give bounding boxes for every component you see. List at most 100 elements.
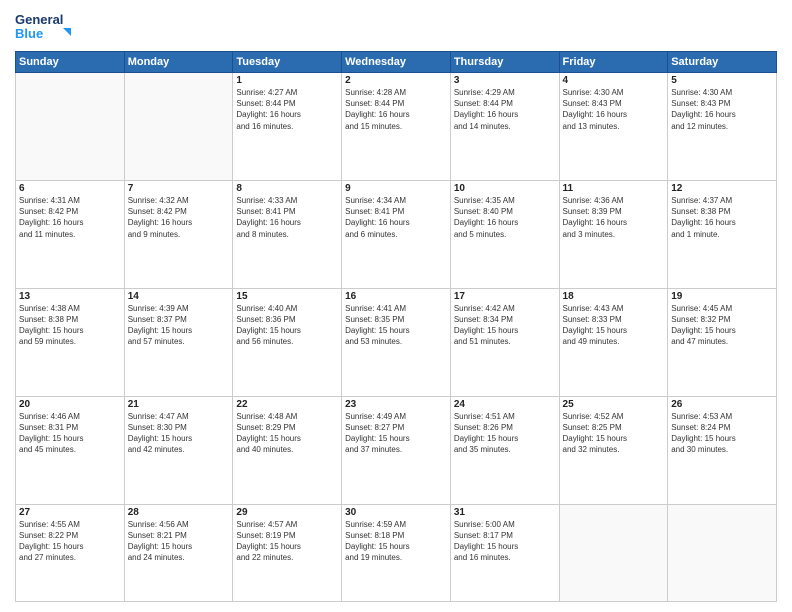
day-info: Sunrise: 4:53 AM Sunset: 8:24 PM Dayligh… bbox=[671, 411, 773, 456]
day-number: 4 bbox=[563, 75, 665, 86]
calendar-cell: 10Sunrise: 4:35 AM Sunset: 8:40 PM Dayli… bbox=[450, 180, 559, 288]
day-info: Sunrise: 4:31 AM Sunset: 8:42 PM Dayligh… bbox=[19, 195, 121, 240]
day-info: Sunrise: 4:27 AM Sunset: 8:44 PM Dayligh… bbox=[236, 87, 338, 132]
calendar-cell: 24Sunrise: 4:51 AM Sunset: 8:26 PM Dayli… bbox=[450, 396, 559, 504]
calendar-cell: 11Sunrise: 4:36 AM Sunset: 8:39 PM Dayli… bbox=[559, 180, 668, 288]
calendar-cell: 27Sunrise: 4:55 AM Sunset: 8:22 PM Dayli… bbox=[16, 504, 125, 601]
weekday-header-monday: Monday bbox=[124, 52, 233, 73]
day-number: 26 bbox=[671, 399, 773, 410]
day-number: 14 bbox=[128, 291, 230, 302]
day-number: 19 bbox=[671, 291, 773, 302]
day-info: Sunrise: 4:56 AM Sunset: 8:21 PM Dayligh… bbox=[128, 519, 230, 564]
day-info: Sunrise: 4:33 AM Sunset: 8:41 PM Dayligh… bbox=[236, 195, 338, 240]
calendar-cell: 19Sunrise: 4:45 AM Sunset: 8:32 PM Dayli… bbox=[668, 288, 777, 396]
calendar-body: 1Sunrise: 4:27 AM Sunset: 8:44 PM Daylig… bbox=[16, 73, 777, 602]
calendar-cell: 12Sunrise: 4:37 AM Sunset: 8:38 PM Dayli… bbox=[668, 180, 777, 288]
day-info: Sunrise: 4:36 AM Sunset: 8:39 PM Dayligh… bbox=[563, 195, 665, 240]
day-info: Sunrise: 4:46 AM Sunset: 8:31 PM Dayligh… bbox=[19, 411, 121, 456]
day-number: 13 bbox=[19, 291, 121, 302]
day-info: Sunrise: 4:29 AM Sunset: 8:44 PM Dayligh… bbox=[454, 87, 556, 132]
calendar-cell: 13Sunrise: 4:38 AM Sunset: 8:38 PM Dayli… bbox=[16, 288, 125, 396]
calendar-cell: 6Sunrise: 4:31 AM Sunset: 8:42 PM Daylig… bbox=[16, 180, 125, 288]
header: GeneralBlue bbox=[15, 10, 777, 45]
weekday-header-sunday: Sunday bbox=[16, 52, 125, 73]
day-info: Sunrise: 4:30 AM Sunset: 8:43 PM Dayligh… bbox=[563, 87, 665, 132]
day-info: Sunrise: 4:52 AM Sunset: 8:25 PM Dayligh… bbox=[563, 411, 665, 456]
day-info: Sunrise: 4:32 AM Sunset: 8:42 PM Dayligh… bbox=[128, 195, 230, 240]
day-number: 29 bbox=[236, 507, 338, 518]
calendar-week-row: 13Sunrise: 4:38 AM Sunset: 8:38 PM Dayli… bbox=[16, 288, 777, 396]
day-number: 15 bbox=[236, 291, 338, 302]
day-info: Sunrise: 4:55 AM Sunset: 8:22 PM Dayligh… bbox=[19, 519, 121, 564]
day-number: 3 bbox=[454, 75, 556, 86]
day-number: 8 bbox=[236, 183, 338, 194]
day-number: 7 bbox=[128, 183, 230, 194]
calendar-cell: 22Sunrise: 4:48 AM Sunset: 8:29 PM Dayli… bbox=[233, 396, 342, 504]
weekday-header-row: SundayMondayTuesdayWednesdayThursdayFrid… bbox=[16, 52, 777, 73]
calendar-cell: 18Sunrise: 4:43 AM Sunset: 8:33 PM Dayli… bbox=[559, 288, 668, 396]
day-info: Sunrise: 4:43 AM Sunset: 8:33 PM Dayligh… bbox=[563, 303, 665, 348]
day-number: 28 bbox=[128, 507, 230, 518]
day-number: 6 bbox=[19, 183, 121, 194]
calendar-cell bbox=[668, 504, 777, 601]
day-info: Sunrise: 4:39 AM Sunset: 8:37 PM Dayligh… bbox=[128, 303, 230, 348]
weekday-header-tuesday: Tuesday bbox=[233, 52, 342, 73]
day-info: Sunrise: 4:34 AM Sunset: 8:41 PM Dayligh… bbox=[345, 195, 447, 240]
calendar-cell: 2Sunrise: 4:28 AM Sunset: 8:44 PM Daylig… bbox=[342, 73, 451, 181]
calendar-cell: 3Sunrise: 4:29 AM Sunset: 8:44 PM Daylig… bbox=[450, 73, 559, 181]
day-number: 2 bbox=[345, 75, 447, 86]
calendar-cell: 15Sunrise: 4:40 AM Sunset: 8:36 PM Dayli… bbox=[233, 288, 342, 396]
calendar-cell bbox=[16, 73, 125, 181]
logo: GeneralBlue bbox=[15, 10, 75, 45]
day-info: Sunrise: 4:42 AM Sunset: 8:34 PM Dayligh… bbox=[454, 303, 556, 348]
day-info: Sunrise: 4:41 AM Sunset: 8:35 PM Dayligh… bbox=[345, 303, 447, 348]
calendar-cell: 30Sunrise: 4:59 AM Sunset: 8:18 PM Dayli… bbox=[342, 504, 451, 601]
calendar-cell: 20Sunrise: 4:46 AM Sunset: 8:31 PM Dayli… bbox=[16, 396, 125, 504]
calendar-cell: 16Sunrise: 4:41 AM Sunset: 8:35 PM Dayli… bbox=[342, 288, 451, 396]
day-info: Sunrise: 4:35 AM Sunset: 8:40 PM Dayligh… bbox=[454, 195, 556, 240]
day-number: 25 bbox=[563, 399, 665, 410]
calendar-cell: 9Sunrise: 4:34 AM Sunset: 8:41 PM Daylig… bbox=[342, 180, 451, 288]
day-info: Sunrise: 4:45 AM Sunset: 8:32 PM Dayligh… bbox=[671, 303, 773, 348]
calendar-cell: 7Sunrise: 4:32 AM Sunset: 8:42 PM Daylig… bbox=[124, 180, 233, 288]
calendar-cell: 5Sunrise: 4:30 AM Sunset: 8:43 PM Daylig… bbox=[668, 73, 777, 181]
day-info: Sunrise: 4:48 AM Sunset: 8:29 PM Dayligh… bbox=[236, 411, 338, 456]
day-number: 20 bbox=[19, 399, 121, 410]
day-info: Sunrise: 4:30 AM Sunset: 8:43 PM Dayligh… bbox=[671, 87, 773, 132]
calendar-cell: 17Sunrise: 4:42 AM Sunset: 8:34 PM Dayli… bbox=[450, 288, 559, 396]
day-number: 18 bbox=[563, 291, 665, 302]
day-info: Sunrise: 4:51 AM Sunset: 8:26 PM Dayligh… bbox=[454, 411, 556, 456]
calendar-cell: 28Sunrise: 4:56 AM Sunset: 8:21 PM Dayli… bbox=[124, 504, 233, 601]
day-info: Sunrise: 4:49 AM Sunset: 8:27 PM Dayligh… bbox=[345, 411, 447, 456]
day-number: 21 bbox=[128, 399, 230, 410]
day-info: Sunrise: 4:59 AM Sunset: 8:18 PM Dayligh… bbox=[345, 519, 447, 564]
calendar-header: SundayMondayTuesdayWednesdayThursdayFrid… bbox=[16, 52, 777, 73]
calendar-cell: 26Sunrise: 4:53 AM Sunset: 8:24 PM Dayli… bbox=[668, 396, 777, 504]
logo-svg: GeneralBlue bbox=[15, 10, 75, 45]
day-info: Sunrise: 4:28 AM Sunset: 8:44 PM Dayligh… bbox=[345, 87, 447, 132]
calendar-week-row: 20Sunrise: 4:46 AM Sunset: 8:31 PM Dayli… bbox=[16, 396, 777, 504]
calendar-cell: 8Sunrise: 4:33 AM Sunset: 8:41 PM Daylig… bbox=[233, 180, 342, 288]
calendar-cell: 25Sunrise: 4:52 AM Sunset: 8:25 PM Dayli… bbox=[559, 396, 668, 504]
day-number: 5 bbox=[671, 75, 773, 86]
calendar-week-row: 6Sunrise: 4:31 AM Sunset: 8:42 PM Daylig… bbox=[16, 180, 777, 288]
day-number: 9 bbox=[345, 183, 447, 194]
day-number: 27 bbox=[19, 507, 121, 518]
calendar-cell bbox=[559, 504, 668, 601]
page: GeneralBlue SundayMondayTuesdayWednesday… bbox=[0, 0, 792, 612]
day-number: 16 bbox=[345, 291, 447, 302]
calendar-week-row: 27Sunrise: 4:55 AM Sunset: 8:22 PM Dayli… bbox=[16, 504, 777, 601]
day-number: 10 bbox=[454, 183, 556, 194]
day-info: Sunrise: 5:00 AM Sunset: 8:17 PM Dayligh… bbox=[454, 519, 556, 564]
svg-text:Blue: Blue bbox=[15, 26, 43, 41]
day-number: 24 bbox=[454, 399, 556, 410]
day-number: 1 bbox=[236, 75, 338, 86]
day-info: Sunrise: 4:38 AM Sunset: 8:38 PM Dayligh… bbox=[19, 303, 121, 348]
calendar-table: SundayMondayTuesdayWednesdayThursdayFrid… bbox=[15, 51, 777, 602]
day-number: 17 bbox=[454, 291, 556, 302]
weekday-header-thursday: Thursday bbox=[450, 52, 559, 73]
day-number: 31 bbox=[454, 507, 556, 518]
weekday-header-wednesday: Wednesday bbox=[342, 52, 451, 73]
day-info: Sunrise: 4:57 AM Sunset: 8:19 PM Dayligh… bbox=[236, 519, 338, 564]
day-info: Sunrise: 4:40 AM Sunset: 8:36 PM Dayligh… bbox=[236, 303, 338, 348]
